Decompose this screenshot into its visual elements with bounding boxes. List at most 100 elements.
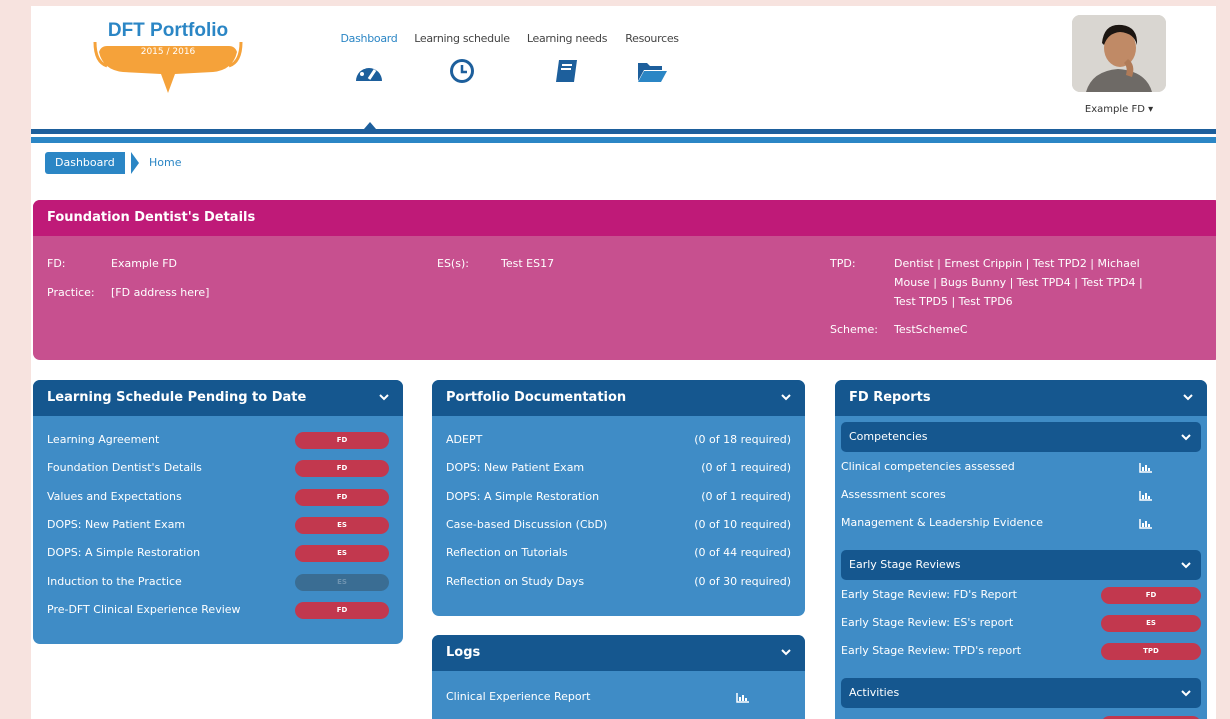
breadcrumb-arrow — [131, 152, 139, 174]
avatar[interactable] — [1072, 15, 1166, 92]
chevron-down-icon[interactable] — [1181, 560, 1191, 570]
logo-title: DFT Portfolio — [107, 20, 229, 41]
chevron-down-icon[interactable] — [1181, 688, 1191, 698]
status-badge[interactable]: ES — [295, 517, 389, 534]
breadcrumb-dashboard[interactable]: Dashboard — [45, 152, 125, 174]
chevron-down-icon[interactable] — [1181, 432, 1191, 442]
clock-icon — [450, 59, 474, 83]
scheme-value: TestSchemeC — [894, 323, 968, 336]
list-item[interactable]: Early Stage Review: ES's report ES — [841, 609, 1201, 637]
header-divider-accent — [31, 137, 1216, 143]
list-item[interactable]: Early Stage Review: TPD's report TPD — [841, 637, 1201, 665]
list-item[interactable]: Induction to the Practice ES — [47, 568, 389, 596]
tpd-line: Mouse | Bugs Bunny | Test TPD4 | Test TP… — [894, 276, 1143, 289]
list-item[interactable]: Case-based Discussion (CbD) (0 of 10 req… — [446, 511, 791, 539]
activities-title: Activities — [849, 686, 900, 699]
chevron-down-icon[interactable] — [1183, 392, 1193, 402]
fd-details-title: Foundation Dentist's Details — [33, 200, 1216, 236]
list-item[interactable]: Reflection on Study Days (0 of 30 requir… — [446, 568, 791, 596]
nav-resources[interactable]: Resources — [620, 32, 684, 85]
status-badge[interactable]: FD — [295, 602, 389, 619]
nav-dashboard[interactable]: Dashboard — [336, 32, 402, 85]
nav-learning-needs[interactable]: Learning needs — [522, 32, 612, 85]
list-item[interactable] — [841, 710, 1201, 719]
list-item[interactable]: Foundation Dentist's Details FD — [47, 454, 389, 482]
chevron-down-icon[interactable] — [379, 392, 389, 402]
nav-learning-schedule[interactable]: Learning schedule — [410, 32, 514, 85]
required-count: (0 of 18 required) — [694, 433, 791, 446]
list-item[interactable]: DOPS: A Simple Restoration ES — [47, 539, 389, 567]
early-stage-reviews-header[interactable]: Early Stage Reviews — [841, 550, 1201, 580]
list-item[interactable]: Clinical competencies assessed — [841, 453, 1201, 481]
list-item[interactable]: DOPS: New Patient Exam ES — [47, 511, 389, 539]
status-badge[interactable]: FD — [295, 460, 389, 477]
list-item-label: Foundation Dentist's Details — [47, 461, 202, 474]
status-badge[interactable]: ES — [1101, 615, 1201, 632]
logs-title: Logs — [446, 645, 481, 660]
logo[interactable]: DFT Portfolio 2015 / 2016 — [93, 18, 243, 98]
list-item[interactable]: Assessment scores — [841, 481, 1201, 509]
book-icon — [556, 60, 577, 82]
folder-open-icon — [638, 63, 667, 82]
status-badge[interactable]: FD — [295, 489, 389, 506]
list-item-label: Management & Leadership Evidence — [841, 516, 1044, 529]
required-count: (0 of 1 required) — [701, 490, 791, 503]
es-label: ES(s): — [437, 257, 469, 270]
chevron-down-icon[interactable] — [781, 647, 791, 657]
list-item[interactable]: DOPS: New Patient Exam (0 of 1 required) — [446, 454, 791, 482]
status-badge[interactable]: ES — [295, 545, 389, 562]
bar-chart-icon[interactable] — [736, 692, 750, 703]
list-item-label: Assessment scores — [841, 488, 946, 501]
profile-name[interactable]: Example FD ▾ — [1072, 104, 1166, 115]
list-item[interactable]: ADEPT (0 of 18 required) — [446, 426, 791, 454]
user-profile[interactable]: Example FD ▾ — [1072, 15, 1166, 115]
practice-label: Practice: — [47, 286, 95, 299]
list-item-label: Reflection on Tutorials — [446, 546, 568, 559]
list-item-label: DOPS: New Patient Exam — [47, 518, 186, 531]
fd-reports-header[interactable]: FD Reports — [835, 380, 1207, 416]
bar-chart-icon[interactable] — [1139, 462, 1153, 473]
bar-chart-icon[interactable] — [1139, 490, 1153, 501]
breadcrumb-home[interactable]: Home — [149, 152, 181, 174]
page: DFT Portfolio 2015 / 2016 Dashboard Lear… — [31, 6, 1216, 719]
logs-header[interactable]: Logs — [432, 635, 805, 671]
list-item[interactable]: Learning Agreement FD — [47, 426, 389, 454]
status-badge[interactable]: ES — [295, 574, 389, 591]
chevron-down-icon[interactable] — [781, 392, 791, 402]
fd-details-panel: Foundation Dentist's Details FD: Example… — [33, 200, 1216, 360]
tpd-value: Dentist | Ernest Crippin | Test TPD2 | M… — [894, 254, 1190, 311]
dashboard-gauge-icon — [356, 62, 382, 81]
nav-learning-needs-label: Learning needs — [526, 32, 608, 45]
avatar-photo — [1072, 15, 1166, 92]
list-item[interactable]: Clinical Experience Report — [446, 683, 791, 711]
list-item[interactable]: Values and Expectations FD — [47, 483, 389, 511]
list-item-label: Early Stage Review: TPD's report — [841, 644, 1022, 657]
status-badge[interactable]: FD — [295, 432, 389, 449]
list-item[interactable]: Reflection on Tutorials (0 of 44 require… — [446, 539, 791, 567]
status-badge[interactable]: FD — [1101, 587, 1201, 604]
nav-learning-schedule-label: Learning schedule — [414, 32, 510, 45]
practice-value: [FD address here] — [111, 286, 210, 299]
activities-header[interactable]: Activities — [841, 678, 1201, 708]
learning-schedule-title: Learning Schedule Pending to Date — [47, 390, 307, 405]
list-item-label: Early Stage Review: ES's report — [841, 616, 1014, 629]
list-item[interactable]: Early Stage Review: FD's Report FD — [841, 581, 1201, 609]
list-item[interactable]: Pre-DFT Clinical Experience Review FD — [47, 596, 389, 624]
scheme-label: Scheme: — [830, 323, 878, 336]
fd-reports-card: FD Reports Competencies Clinical compete… — [835, 380, 1207, 719]
bar-chart-icon[interactable] — [1139, 518, 1153, 529]
list-item[interactable]: DOPS: A Simple Restoration (0 of 1 requi… — [446, 483, 791, 511]
learning-schedule-header[interactable]: Learning Schedule Pending to Date — [33, 380, 403, 416]
learning-schedule-card: Learning Schedule Pending to Date Learni… — [33, 380, 403, 644]
list-item-label: Induction to the Practice — [47, 575, 182, 588]
required-count: (0 of 44 required) — [694, 546, 791, 559]
portfolio-header[interactable]: Portfolio Documentation — [432, 380, 805, 416]
tpd-line: Test TPD5 | Test TPD6 — [894, 295, 1013, 308]
header: DFT Portfolio 2015 / 2016 Dashboard Lear… — [31, 6, 1216, 130]
status-badge[interactable]: TPD — [1101, 643, 1201, 660]
list-item[interactable]: Management & Leadership Evidence — [841, 509, 1201, 537]
tpd-line: Dentist | Ernest Crippin | Test TPD2 | M… — [894, 257, 1140, 270]
list-item-label: Pre-DFT Clinical Experience Review — [47, 603, 241, 616]
list-item-label: DOPS: A Simple Restoration — [446, 490, 600, 503]
competencies-header[interactable]: Competencies — [841, 422, 1201, 452]
